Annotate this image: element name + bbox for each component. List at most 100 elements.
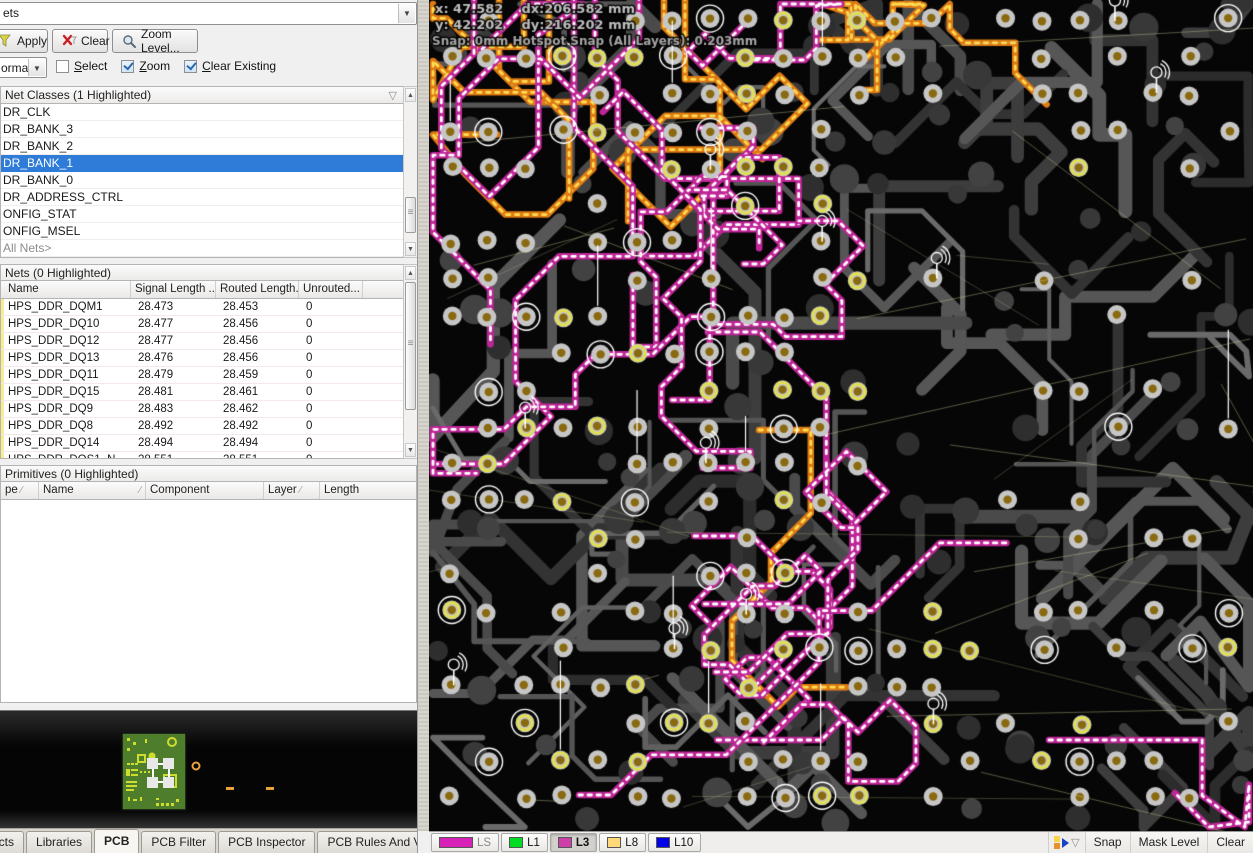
- net-class-item[interactable]: DR_BANK_2: [1, 138, 403, 155]
- filter-icon[interactable]: ▽: [1071, 836, 1079, 849]
- unrouted: 0: [302, 333, 366, 349]
- routed-length: 28.456: [219, 316, 302, 332]
- net-name: HPS_DDR_DQS1_N: [4, 452, 134, 459]
- play-icon[interactable]: [1062, 838, 1069, 848]
- col-layer[interactable]: Layer∕: [264, 482, 320, 499]
- col-signal-length[interactable]: Signal Length ...: [131, 281, 216, 298]
- unrouted: 0: [302, 299, 366, 315]
- clear-filter-icon: [62, 34, 77, 48]
- apply-button[interactable]: Apply: [0, 29, 48, 53]
- table-row[interactable]: HPS_DDR_DQ828.49228.4920: [1, 418, 403, 435]
- checkbox-box[interactable]: [56, 60, 69, 73]
- nets-table-body: HPS_DDR_DQM128.47328.4530 HPS_DDR_DQ1028…: [0, 299, 404, 459]
- signal-length: 28.492: [134, 418, 219, 434]
- net-name: HPS_DDR_DQM1: [4, 299, 134, 315]
- chevron-down-icon[interactable]: ▼: [28, 59, 45, 76]
- col-type[interactable]: pe∕: [1, 482, 39, 499]
- layer-tab-l10[interactable]: L10: [648, 833, 701, 852]
- snap-button[interactable]: Snap: [1085, 832, 1130, 853]
- table-row[interactable]: HPS_DDR_DQ1228.47728.4560: [1, 333, 403, 350]
- net-class-item[interactable]: DR_ADDRESS_CTRL: [1, 189, 403, 206]
- chevron-down-icon[interactable]: ▼: [398, 4, 415, 23]
- zoom-checkbox[interactable]: Zoom: [121, 59, 170, 73]
- primitives-column-headers: pe∕ Name∕ Component Layer∕ Length: [0, 482, 417, 500]
- panel-splitter[interactable]: [418, 0, 429, 831]
- unrouted: 0: [302, 350, 366, 366]
- net-name: HPS_DDR_DQ8: [4, 418, 134, 434]
- tab-projects[interactable]: ects: [0, 831, 24, 853]
- col-component[interactable]: Component: [146, 482, 264, 499]
- net-name: HPS_DDR_DQ15: [4, 384, 134, 400]
- net-name: HPS_DDR_DQ11: [4, 367, 134, 383]
- net-classes-scrollbar[interactable]: ▲ ▼: [403, 86, 418, 258]
- nets-scrollbar[interactable]: ▲ ▼: [403, 264, 418, 459]
- scrollbar-thumb[interactable]: [405, 197, 416, 233]
- select-checkbox[interactable]: Select: [56, 59, 107, 73]
- table-row[interactable]: HPS_DDR_DQ928.48328.4620: [1, 401, 403, 418]
- checkbox-box[interactable]: [121, 60, 134, 73]
- table-row[interactable]: HPS_DDR_DQ1328.47628.4560: [1, 350, 403, 367]
- table-row[interactable]: HPS_DDR_DQ1428.49428.4940: [1, 435, 403, 452]
- col-unrouted[interactable]: Unrouted...: [299, 281, 363, 298]
- net-class-item[interactable]: DR_CLK: [1, 104, 403, 121]
- primitives-header: Primitives (0 Highlighted): [0, 465, 417, 482]
- checkbox-box[interactable]: [184, 60, 197, 73]
- magnifier-icon: [122, 34, 137, 48]
- layer-color-swatch: [509, 837, 523, 848]
- layer-tab-l3[interactable]: L3: [550, 833, 597, 852]
- mask-level-button[interactable]: Mask Level: [1130, 832, 1208, 853]
- panel-mode-dropdown[interactable]: ets ▼: [0, 2, 417, 25]
- net-class-item[interactable]: ONFIG_STAT: [1, 206, 403, 223]
- scroll-down-icon[interactable]: ▼: [405, 242, 416, 256]
- zoom-level-button[interactable]: Zoom Level...: [112, 29, 198, 53]
- col-length[interactable]: Length: [320, 482, 400, 499]
- net-class-item[interactable]: DR_BANK_0: [1, 172, 403, 189]
- layer-tab-ls[interactable]: LS: [431, 833, 499, 852]
- unrouted: 0: [302, 418, 366, 434]
- board-preview-panel[interactable]: [0, 710, 418, 828]
- scroll-up-icon[interactable]: ▲: [405, 266, 416, 280]
- net-class-item-selected[interactable]: DR_BANK_1: [1, 155, 403, 172]
- tab-pcb[interactable]: PCB: [94, 829, 139, 853]
- net-class-item[interactable]: DR_BANK_3: [1, 121, 403, 138]
- tab-pcb-rules-violations[interactable]: PCB Rules And Violations: [317, 831, 418, 853]
- table-row[interactable]: HPS_DDR_DQ1128.47928.4590: [1, 367, 403, 384]
- routed-length: 28.551: [219, 452, 302, 459]
- layer-tab-l1[interactable]: L1: [501, 833, 548, 852]
- unrouted: 0: [302, 435, 366, 451]
- net-class-item-all-nets[interactable]: All Nets>: [1, 240, 403, 257]
- table-row[interactable]: HPS_DDR_DQ1528.48128.4610: [1, 384, 403, 401]
- signal-length: 28.494: [134, 435, 219, 451]
- clear-mask-button[interactable]: Clear: [1207, 832, 1253, 853]
- tab-pcb-filter[interactable]: PCB Filter: [141, 831, 216, 853]
- grid-snap-icon[interactable]: [1054, 836, 1060, 849]
- pcb-editor-viewport[interactable]: [429, 0, 1253, 831]
- scroll-down-icon[interactable]: ▼: [405, 443, 416, 457]
- highlight-mode-dropdown[interactable]: ormal ▼: [0, 57, 47, 78]
- net-name: HPS_DDR_DQ9: [4, 401, 134, 417]
- tab-pcb-inspector[interactable]: PCB Inspector: [218, 831, 315, 853]
- scrollbar-thumb[interactable]: [405, 282, 416, 410]
- col-routed-length[interactable]: Routed Length...∕: [216, 281, 299, 298]
- pcb-canvas[interactable]: [429, 0, 1253, 831]
- nets-column-headers: Name Signal Length ... Routed Length...∕…: [0, 281, 404, 299]
- table-row[interactable]: HPS_DDR_DQ1028.47728.4560: [1, 316, 403, 333]
- net-class-item[interactable]: ONFIG_MSEL: [1, 223, 403, 240]
- unrouted: 0: [302, 316, 366, 332]
- col-name[interactable]: Name: [1, 281, 131, 298]
- clear-existing-checkbox[interactable]: Clear Existing: [184, 59, 276, 73]
- sort-icon: ∕: [21, 485, 23, 496]
- col-name[interactable]: Name∕: [39, 482, 146, 499]
- routed-length: 28.456: [219, 333, 302, 349]
- table-row[interactable]: HPS_DDR_DQS1_N28.55128.5510: [1, 452, 403, 459]
- layer-tab-l8[interactable]: L8: [599, 833, 646, 852]
- filter-icon[interactable]: ▽: [389, 88, 397, 104]
- tab-libraries[interactable]: Libraries: [26, 831, 92, 853]
- scroll-up-icon[interactable]: ▲: [405, 88, 416, 102]
- altium-pcb-window: ets ▼ Apply Clear Zoom Level... ormal ▼: [0, 0, 1253, 853]
- highlight-mode-value: ormal: [1, 61, 31, 75]
- table-row[interactable]: HPS_DDR_DQM128.47328.4530: [1, 299, 403, 316]
- clear-button[interactable]: Clear: [52, 29, 108, 53]
- zoom-label: Zoom: [139, 59, 170, 73]
- board-preview-thumbnail: [0, 711, 418, 829]
